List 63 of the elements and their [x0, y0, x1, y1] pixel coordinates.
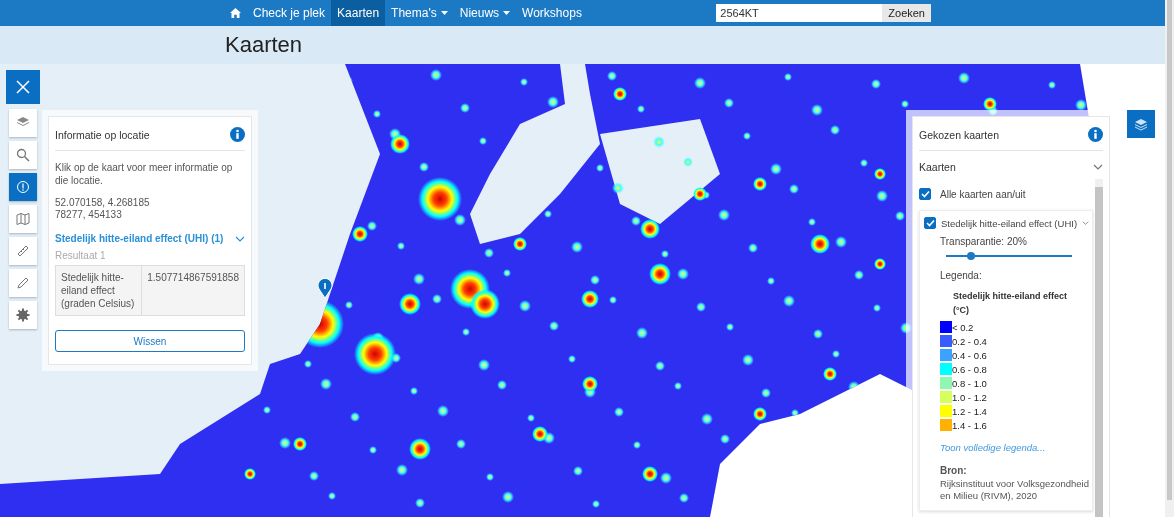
caret-icon	[440, 11, 448, 15]
close-icon	[16, 80, 30, 94]
chevron-icon[interactable]	[1093, 163, 1103, 171]
layers-button[interactable]	[1127, 110, 1155, 138]
chevron-icon[interactable]	[1082, 219, 1089, 227]
legend-title: Legenda:	[940, 270, 983, 281]
layer-label: Stedelijk hitte-eiland effect (UHI)	[941, 217, 1078, 229]
location-pin-icon[interactable]	[317, 278, 333, 299]
legend-label: 1.0 - 1.2	[952, 391, 987, 403]
home-icon	[230, 8, 241, 18]
panel-title: Informatie op locatie	[55, 128, 150, 141]
pencil-icon	[16, 276, 30, 290]
settings-icon	[16, 308, 30, 322]
legend-label: 0.4 - 0.6	[952, 349, 987, 361]
nav-link[interactable]: Kaarten	[331, 0, 386, 26]
legend-label: 1.4 - 1.6	[952, 419, 987, 431]
transparency-label: Transparantie: 20%	[940, 236, 1028, 247]
layers-icon	[1134, 117, 1148, 131]
tool-button[interactable]	[9, 205, 37, 233]
panel-title: Gekozen kaarten	[919, 128, 999, 141]
source-text: Rijksinstituut voor Volksgezondheid en Milieu (RIVM), 2020	[940, 478, 1089, 502]
source-label: Bron:	[940, 465, 968, 476]
tool-button[interactable]	[9, 269, 37, 297]
instruction-text: Klik op de kaart voor meer informatie op die locatie.	[55, 161, 234, 187]
result-group-toggle[interactable]: Stedelijk hitte-eiland effect (UHI) (1)	[55, 233, 245, 244]
close-button[interactable]	[6, 70, 40, 104]
caret-icon	[503, 11, 511, 15]
tool-button[interactable]	[9, 109, 37, 137]
legend-link[interactable]: Toon volledige legenda...	[940, 442, 1046, 453]
legend-label: 1.2 - 1.4	[952, 405, 987, 417]
nav-link[interactable]: Workshops	[516, 0, 588, 26]
legend-label: 0.6 - 0.8	[952, 363, 987, 375]
nav-menu[interactable]: Nieuws	[453, 0, 517, 26]
page-title: Kaarten	[225, 32, 303, 58]
search-field[interactable]: 2564KT	[716, 4, 883, 22]
table-cell: 1.507714867591858	[141, 265, 245, 316]
tool-button[interactable]	[9, 141, 37, 169]
map-icon	[16, 212, 30, 226]
nav-link[interactable]: Check je plek	[247, 0, 332, 26]
legend-label: 0.8 - 1.0	[952, 377, 987, 389]
search-icon	[16, 148, 30, 162]
tool-button[interactable]	[9, 237, 37, 265]
checkbox-label: Alle kaarten aan/uit	[940, 188, 1026, 200]
coordinates-text: 52.070158, 4.268185	[55, 197, 151, 209]
legend-heading: Stedelijk hitte-eiland effect (°C)	[953, 290, 1069, 317]
search-button[interactable]: Zoeken	[882, 4, 931, 22]
table-cell: Stedelijk hitte-eiland effect (graden Celsius)	[55, 265, 142, 316]
scrollbar[interactable]	[1095, 179, 1103, 517]
slider-thumb[interactable]	[967, 252, 976, 260]
chevron-icon[interactable]	[235, 234, 245, 243]
checkbox[interactable]	[919, 188, 931, 200]
tool-button[interactable]	[9, 301, 37, 329]
coordinates-text: 78277, 454133	[55, 209, 123, 221]
legend-label: 0.2 - 0.4	[952, 335, 987, 347]
legend-label: < 0.2	[952, 321, 974, 333]
ruler-icon	[16, 244, 30, 258]
section-toggle[interactable]: Kaarten	[919, 161, 1103, 173]
tool-button[interactable]	[9, 173, 37, 201]
nav-menu[interactable]: Thema's	[385, 0, 454, 26]
scrollbar[interactable]	[1167, 0, 1172, 500]
clear-button[interactable]: Wissen	[55, 330, 245, 352]
checkbox[interactable]	[924, 217, 936, 229]
result-label: Resultaat 1	[55, 250, 107, 261]
